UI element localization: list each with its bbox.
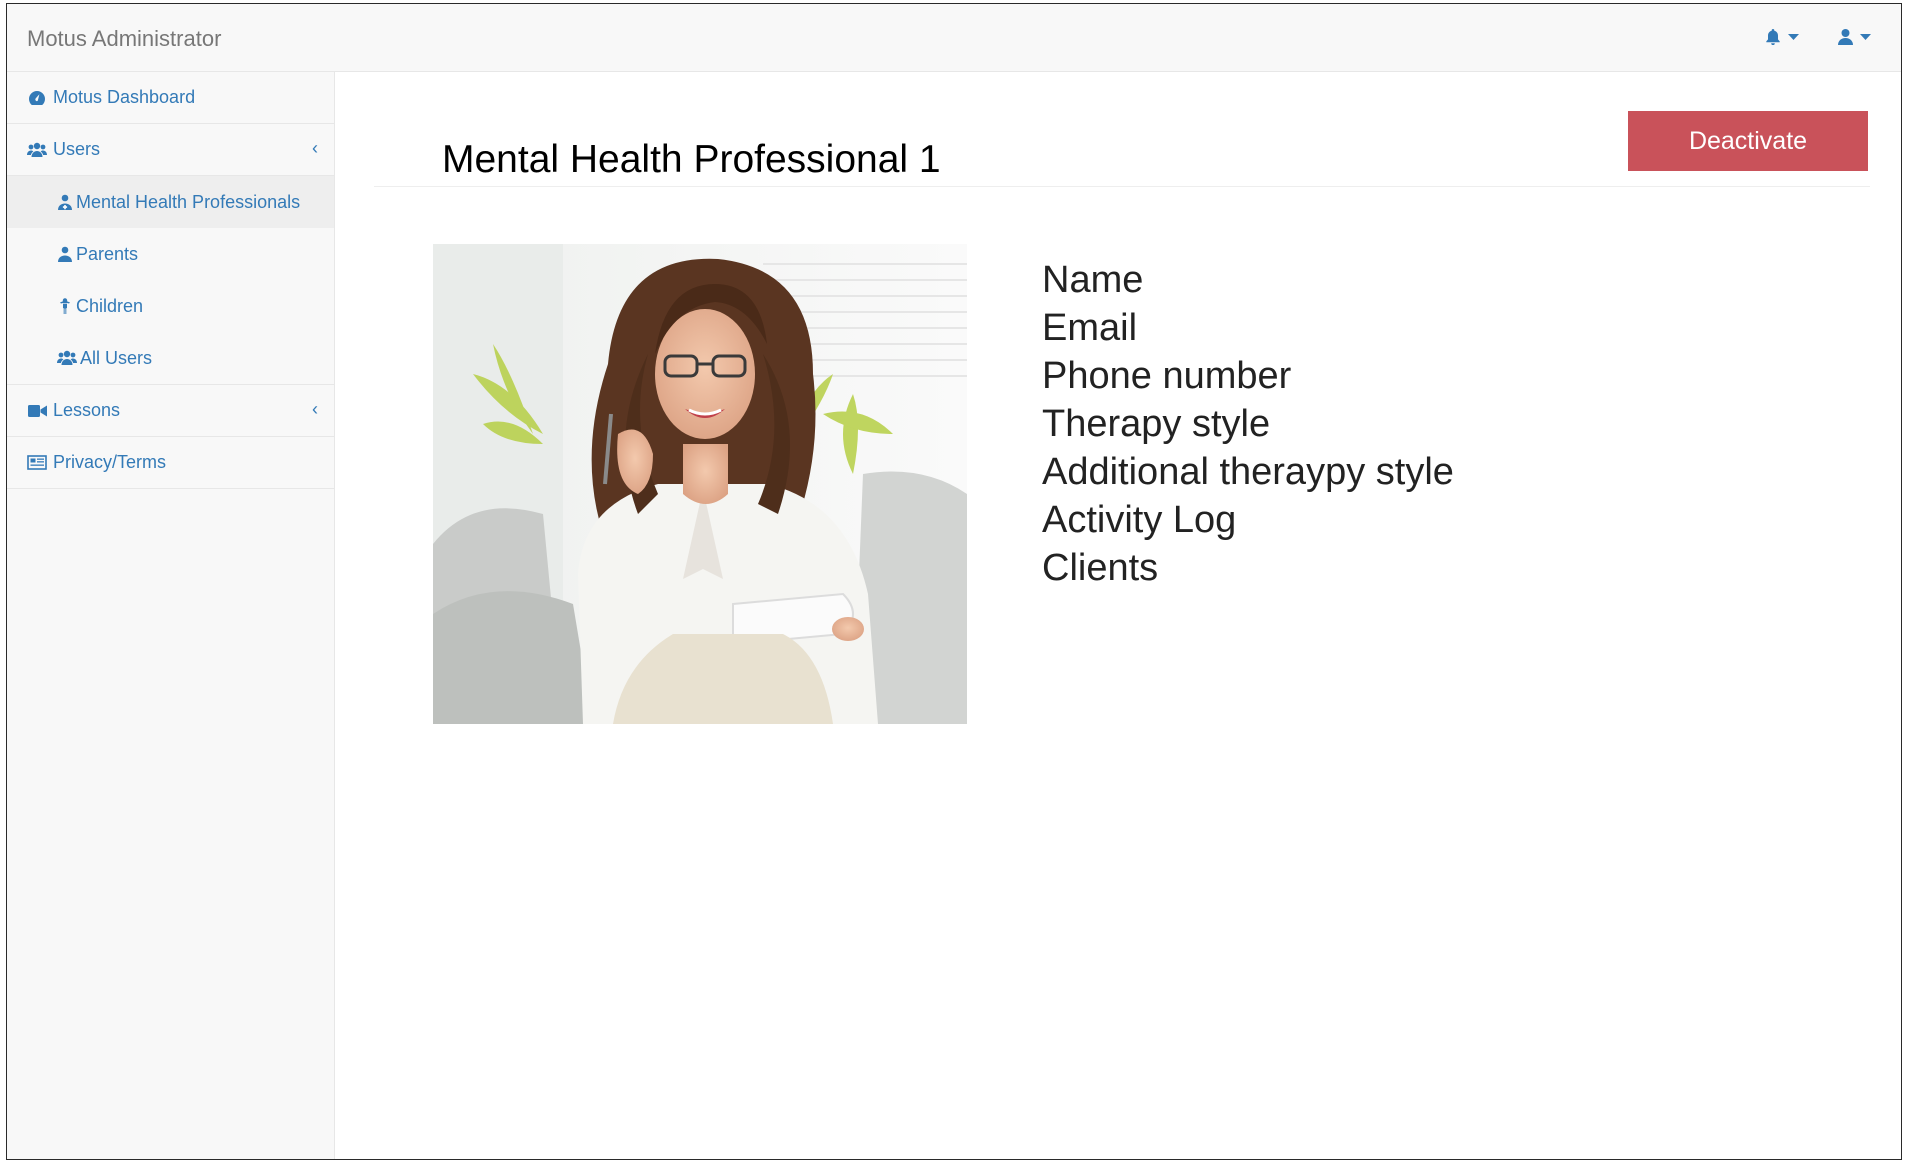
sidebar-item-children[interactable]: Children xyxy=(7,280,334,332)
navbar-right xyxy=(1764,28,1871,46)
top-navbar: Motus Administrator xyxy=(7,4,1901,72)
profile-photo xyxy=(433,244,967,724)
sidebar: Motus Dashboard Users ‹ Mental Health Pr… xyxy=(7,72,335,1159)
user-icon xyxy=(1838,29,1853,45)
user-icon xyxy=(57,245,73,263)
users-submenu: Mental Health Professionals Parents Chil… xyxy=(7,176,334,385)
sidebar-item-users[interactable]: Users ‹ xyxy=(7,124,334,176)
deactivate-button[interactable]: Deactivate xyxy=(1628,111,1868,171)
user-md-icon xyxy=(57,193,73,211)
field-phone-number: Phone number xyxy=(1042,355,1292,397)
field-therapy-style: Therapy style xyxy=(1042,403,1271,445)
page-title: Mental Health Professional 1 xyxy=(442,138,941,181)
newspaper-icon xyxy=(27,454,47,472)
sidebar-item-mental-health-professionals[interactable]: Mental Health Professionals xyxy=(7,176,334,228)
sidebar-item-parents[interactable]: Parents xyxy=(7,228,334,280)
field-email: Email xyxy=(1042,307,1138,349)
sidebar-item-label: Parents xyxy=(76,243,139,264)
app-window: Motus Administrator Motus Dashboard User… xyxy=(6,3,1902,1160)
caret-down-icon xyxy=(1788,33,1799,40)
dashboard-icon xyxy=(27,89,47,107)
field-clients[interactable]: Clients xyxy=(1042,544,1454,592)
sidebar-item-label: Privacy/Terms xyxy=(53,452,167,472)
field-activity-log[interactable]: Activity Log xyxy=(1042,496,1454,544)
chevron-left-icon: ‹ xyxy=(312,138,318,158)
bell-icon xyxy=(1766,29,1780,45)
divider xyxy=(374,186,1870,187)
sidebar-item-label: Users xyxy=(53,139,101,159)
field-name: Name xyxy=(1042,259,1144,301)
sidebar-item-label: Mental Health Professionals xyxy=(76,191,301,212)
users-icon xyxy=(27,141,47,159)
child-icon xyxy=(57,297,73,315)
sidebar-item-lessons[interactable]: Lessons ‹ xyxy=(7,385,334,437)
brand-title[interactable]: Motus Administrator xyxy=(27,26,221,52)
sidebar-item-label: Motus Dashboard xyxy=(53,87,196,107)
profile-fields: Name Email Phone number Therapy style Ad… xyxy=(1042,256,1454,592)
users-icon xyxy=(57,349,77,367)
video-camera-icon xyxy=(27,402,47,420)
sidebar-item-dashboard[interactable]: Motus Dashboard xyxy=(7,72,334,124)
sidebar-item-label: Children xyxy=(76,295,144,316)
user-dropdown[interactable] xyxy=(1837,28,1871,46)
sidebar-item-label: Lessons xyxy=(53,400,121,420)
caret-down-icon xyxy=(1860,33,1871,40)
chevron-left-icon: ‹ xyxy=(312,399,318,419)
sidebar-item-all-users[interactable]: All Users xyxy=(7,332,334,384)
alerts-dropdown[interactable] xyxy=(1764,28,1799,46)
sidebar-item-privacy-terms[interactable]: Privacy/Terms xyxy=(7,437,334,489)
sidebar-item-label: All Users xyxy=(80,347,153,368)
field-additional-therapy-style: Additional theraypy style xyxy=(1042,451,1454,493)
